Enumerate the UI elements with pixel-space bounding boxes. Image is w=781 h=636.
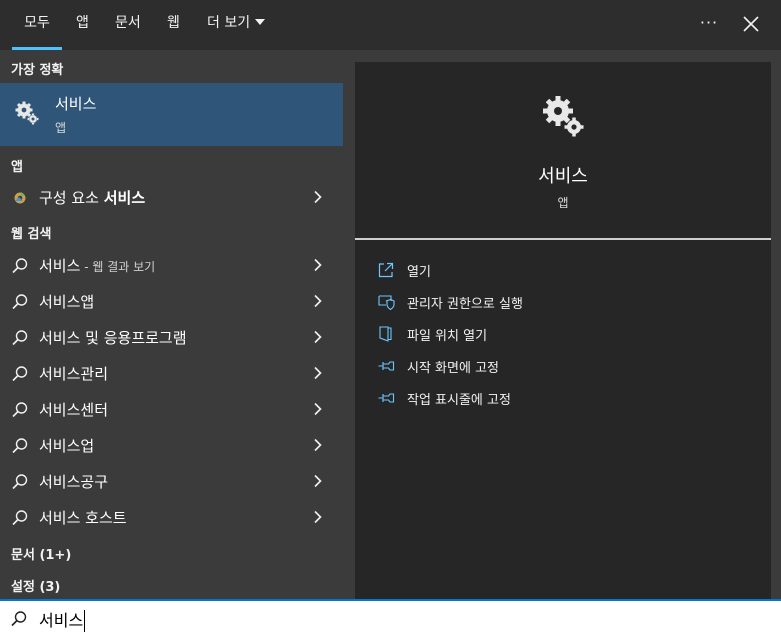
web-result-text: 서비스 호스트 (39, 509, 127, 527)
chevron-right-icon[interactable] (312, 330, 324, 344)
web-result-label: 서비스 및 응용프로그램 (39, 327, 187, 348)
web-result-label: 서비스센터 (39, 399, 108, 420)
web-search-header: 웹 검색 (11, 227, 52, 242)
results-list: 가장 정확 서비스 앱 앱 구성 요소 서비스 웹 검색 서비스 - 웹 결과 … (0, 50, 343, 599)
search-icon (12, 510, 28, 526)
action-run-as-admin[interactable]: 관리자 권한으로 실행 (355, 288, 771, 316)
divider (355, 238, 771, 240)
action-pin-to-taskbar-label: 작업 표시줄에 고정 (407, 393, 511, 408)
web-result-item[interactable]: 서비스공구 (0, 463, 343, 499)
web-result-sub: - 웹 결과 보기 (80, 260, 156, 274)
shield-icon (378, 295, 395, 311)
chevron-right-icon[interactable] (312, 294, 324, 308)
gears-icon (15, 101, 39, 125)
tab-all[interactable]: 모두 (12, 0, 62, 50)
tab-documents[interactable]: 문서 (115, 0, 141, 50)
action-open[interactable]: 열기 (355, 256, 771, 284)
documents-header[interactable]: 문서 (1+) (11, 544, 71, 563)
web-result-text: 서비스 (39, 257, 81, 275)
tab-more[interactable]: 더 보기 (207, 0, 266, 50)
chevron-right-icon[interactable] (312, 258, 324, 272)
settings-header[interactable]: 설정 (3) (11, 576, 60, 595)
search-icon (12, 258, 28, 274)
app-result-label-match: 서비스 (103, 189, 146, 207)
web-result-label: 서비스공구 (39, 471, 108, 492)
app-result-label-prefix: 구성 요소 (39, 189, 104, 207)
web-result-text: 서비스앱 (39, 293, 95, 311)
chevron-right-icon[interactable] (312, 474, 324, 488)
pin-icon (378, 393, 395, 403)
text-cursor (84, 609, 86, 632)
search-icon (12, 438, 28, 454)
gears-icon (543, 96, 584, 137)
web-result-label: 서비스 - 웹 결과 보기 (39, 255, 155, 276)
tab-apps[interactable]: 앱 (76, 0, 89, 50)
web-result-text: 서비스관리 (39, 365, 109, 383)
open-icon (378, 262, 394, 278)
detail-subtitle: 앱 (557, 196, 569, 210)
tab-web[interactable]: 웹 (167, 0, 180, 50)
app-result-item[interactable]: 구성 요소 서비스 (0, 179, 343, 215)
chevron-right-icon[interactable] (312, 402, 324, 416)
chevron-right-icon[interactable] (312, 438, 324, 452)
web-result-item[interactable]: 서비스관리 (0, 355, 343, 391)
web-result-item[interactable]: 서비스 - 웹 결과 보기 (0, 247, 343, 283)
action-open-file-location-label: 파일 위치 열기 (407, 329, 488, 344)
action-pin-to-start-label: 시작 화면에 고정 (407, 361, 499, 376)
web-result-item[interactable]: 서비스업 (0, 427, 343, 463)
detail-pane: 서비스 앱 열기 관리자 권한으로 실행 파일 위치 열기 시작 화면에 고정 … (355, 62, 771, 599)
web-result-item[interactable]: 서비스 호스트 (0, 499, 343, 535)
best-match-title: 서비스 (55, 95, 97, 113)
action-open-file-location[interactable]: 파일 위치 열기 (355, 320, 771, 348)
best-match-header: 가장 정확 (11, 63, 64, 78)
ellipsis-icon[interactable]: ··· (697, 12, 721, 36)
caret-down-icon (255, 19, 266, 25)
best-match-subtitle: 앱 (55, 121, 67, 135)
chevron-right-icon[interactable] (312, 510, 324, 524)
search-icon (12, 402, 28, 418)
web-result-text: 서비스공구 (39, 473, 109, 491)
web-result-text: 서비스센터 (39, 401, 109, 419)
web-result-label: 서비스관리 (39, 363, 108, 384)
web-result-item[interactable]: 서비스센터 (0, 391, 343, 427)
tab-more-label: 더 보기 (207, 15, 251, 31)
web-result-label: 서비스앱 (39, 291, 94, 312)
apps-header: 앱 (11, 160, 23, 175)
search-icon (12, 366, 28, 382)
chevron-right-icon[interactable] (312, 190, 324, 204)
search-input[interactable]: 서비스 (39, 607, 86, 633)
action-pin-to-start[interactable]: 시작 화면에 고정 (355, 352, 771, 380)
web-result-item[interactable]: 서비스앱 (0, 283, 343, 319)
pin-icon (378, 361, 395, 371)
close-icon[interactable] (741, 14, 761, 34)
detail-title: 서비스 (538, 166, 588, 187)
web-result-label: 서비스업 (39, 435, 94, 456)
action-pin-to-taskbar[interactable]: 작업 표시줄에 고정 (355, 384, 771, 412)
search-icon (12, 330, 28, 346)
action-open-label: 열기 (407, 265, 431, 280)
app-result-label: 구성 요소 서비스 (39, 187, 145, 208)
search-icon (12, 474, 28, 490)
best-match-item[interactable]: 서비스 앱 (0, 83, 343, 146)
filter-tabs-bar: 모두 앱 문서 웹 더 보기 ··· (0, 0, 781, 50)
folder-icon (379, 326, 392, 342)
search-input-value: 서비스 (39, 611, 84, 630)
search-icon (11, 611, 27, 627)
action-run-as-admin-label: 관리자 권한으로 실행 (407, 297, 523, 312)
search-icon (12, 294, 28, 310)
chevron-right-icon[interactable] (312, 366, 324, 380)
search-box[interactable]: 서비스 (0, 599, 781, 636)
web-result-text: 서비스 및 응용프로그램 (39, 329, 187, 347)
component-services-icon (14, 192, 26, 204)
web-result-item[interactable]: 서비스 및 응용프로그램 (0, 319, 343, 355)
web-result-label: 서비스 호스트 (39, 507, 127, 528)
web-result-text: 서비스업 (39, 437, 95, 455)
